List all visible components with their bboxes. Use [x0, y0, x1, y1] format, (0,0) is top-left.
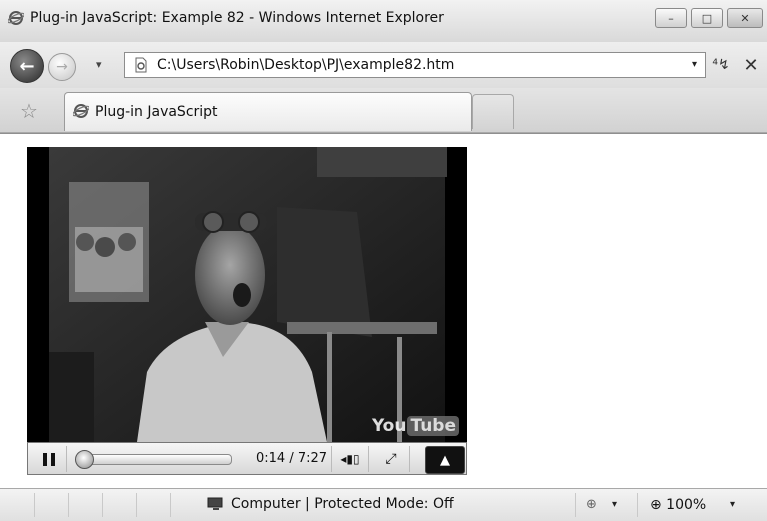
ie-logo-icon — [8, 11, 24, 25]
menu-expand-button[interactable]: ▲ — [425, 446, 465, 474]
address-bar[interactable]: C:\Users\Robin\Desktop\PJ\example82.htm … — [124, 52, 706, 78]
status-divider — [68, 493, 69, 517]
pause-button[interactable] — [32, 446, 67, 472]
player-controls: 0:14 / 7:27 ◂▮▯ ⤢ ▲ — [27, 442, 467, 475]
stop-button[interactable]: ✕ — [740, 54, 762, 76]
computer-icon — [207, 497, 223, 510]
refresh-button[interactable]: ⁴↯ — [710, 55, 732, 75]
zone-text: Computer | Protected Mode: Off — [231, 496, 454, 512]
status-divider — [637, 493, 638, 517]
address-text[interactable]: C:\Users\Robin\Desktop\PJ\example82.htm — [157, 57, 454, 73]
video-frame[interactable]: You Tube — [27, 147, 467, 442]
address-dropdown-icon[interactable]: ▾ — [692, 59, 697, 70]
time-display: 0:14 / 7:27 — [256, 451, 328, 466]
close-window-button[interactable]: ✕ — [727, 8, 763, 28]
back-button[interactable]: ← — [10, 49, 44, 83]
volume-button[interactable]: ◂▮▯ — [331, 446, 369, 472]
youtube-logo: You Tube — [372, 416, 459, 436]
status-divider — [575, 493, 576, 517]
progress-scrubber[interactable] — [75, 450, 94, 469]
forward-button[interactable]: → — [48, 53, 76, 81]
status-divider — [136, 493, 137, 517]
recent-pages-dropdown[interactable]: ▾ — [96, 58, 102, 71]
status-bar: Computer | Protected Mode: Off ⊕ ▾ ⊕ 100… — [0, 488, 767, 521]
navigation-bar: ← → ▾ C:\Users\Robin\Desktop\PJ\example8… — [0, 42, 767, 89]
ie-logo-icon — [73, 104, 89, 118]
tab-bar: ☆ Plug-in JavaScript — [0, 88, 767, 133]
zoom-level[interactable]: ⊕ 100% — [650, 497, 706, 513]
fullscreen-button[interactable]: ⤢ — [373, 446, 410, 472]
page-icon — [135, 57, 147, 73]
zoom-dropdown-icon[interactable]: ▾ — [730, 499, 735, 510]
tab-plugin-javascript[interactable]: Plug-in JavaScript — [64, 92, 472, 131]
window-titlebar: Plug-in JavaScript: Example 82 - Windows… — [0, 0, 767, 43]
status-divider — [170, 493, 171, 517]
minimize-button[interactable]: – — [655, 8, 687, 28]
video-still-image — [27, 147, 467, 442]
status-divider — [102, 493, 103, 517]
page-content: You Tube 0:14 / 7:27 ◂▮▯ ⤢ ▲ — [0, 133, 767, 488]
video-player[interactable]: You Tube 0:14 / 7:27 ◂▮▯ ⤢ ▲ — [27, 147, 467, 475]
progress-bar[interactable] — [75, 450, 232, 469]
maximize-button[interactable]: □ — [691, 8, 723, 28]
protected-mode-icon[interactable]: ⊕ — [586, 497, 597, 512]
favorites-star-icon[interactable]: ☆ — [20, 99, 38, 123]
protected-mode-dropdown-icon[interactable]: ▾ — [612, 499, 617, 510]
tab-title: Plug-in JavaScript — [95, 104, 218, 120]
status-divider — [34, 493, 35, 517]
new-tab-button[interactable] — [472, 94, 514, 129]
security-zone[interactable]: Computer | Protected Mode: Off — [207, 496, 454, 512]
window-title: Plug-in JavaScript: Example 82 - Windows… — [30, 10, 444, 26]
